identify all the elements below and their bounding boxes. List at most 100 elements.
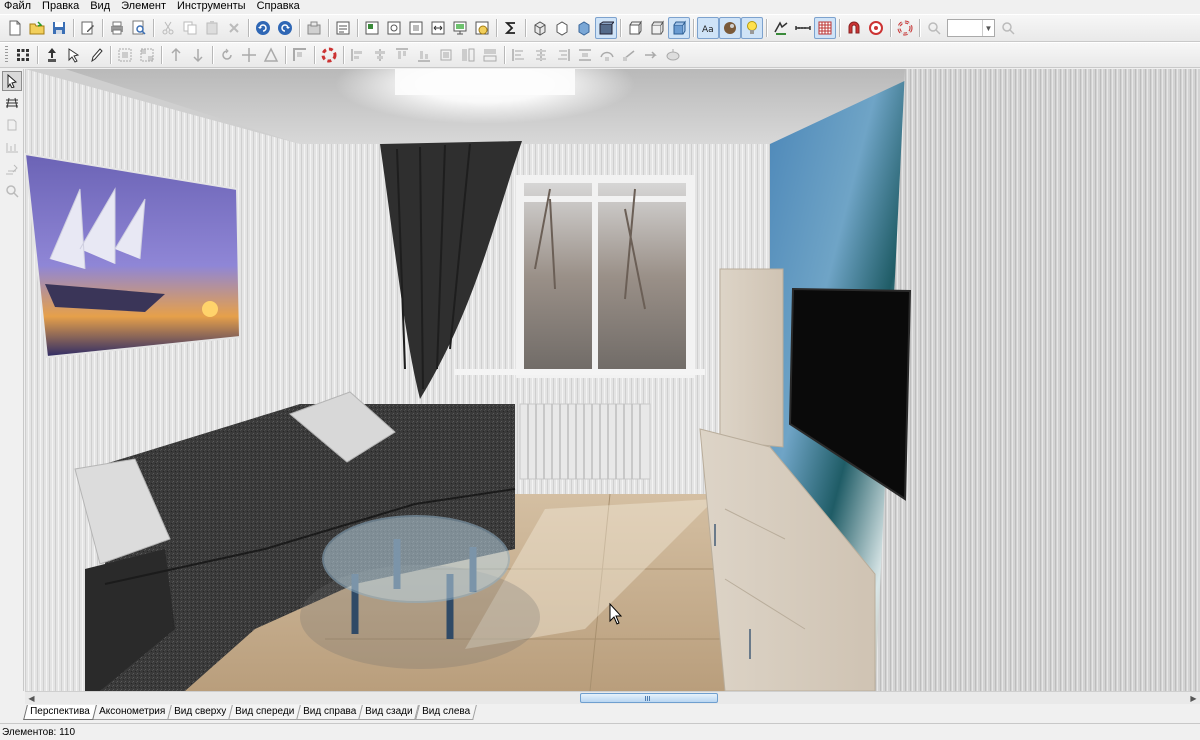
export-icon[interactable]: [427, 17, 449, 39]
scroll-thumb[interactable]: [580, 693, 718, 703]
light-bulb-icon[interactable]: [741, 17, 763, 39]
align-3-icon[interactable]: [391, 44, 413, 66]
toolbar-separator: [496, 19, 497, 37]
tab-perspective[interactable]: Перспектива: [23, 705, 97, 720]
cut-icon[interactable]: [157, 17, 179, 39]
toolbar-separator: [110, 46, 111, 64]
rotate-icon[interactable]: [216, 44, 238, 66]
view-box-2-icon[interactable]: [551, 17, 573, 39]
move-icon[interactable]: [238, 44, 260, 66]
tab-back-view[interactable]: Вид сзади: [358, 705, 420, 720]
align-6-icon[interactable]: [457, 44, 479, 66]
tab-top-view[interactable]: Вид сверху: [167, 705, 233, 720]
move-up-icon[interactable]: [41, 44, 63, 66]
ruler-icon[interactable]: [792, 17, 814, 39]
print-preview-icon[interactable]: [128, 17, 150, 39]
sum-icon[interactable]: [500, 17, 522, 39]
scroll-right-arrow-icon[interactable]: ▶: [1187, 692, 1200, 704]
rotate-right-icon[interactable]: [187, 44, 209, 66]
rotate-left-icon[interactable]: [165, 44, 187, 66]
align-corner-icon[interactable]: [289, 44, 311, 66]
distribute-1-icon[interactable]: [508, 44, 530, 66]
plan-icon[interactable]: [361, 17, 383, 39]
distribute-3-icon[interactable]: [552, 44, 574, 66]
view-box-5-icon[interactable]: [624, 17, 646, 39]
distribute-5-icon[interactable]: [596, 44, 618, 66]
rays-icon[interactable]: [2, 93, 22, 113]
wall-view-icon[interactable]: [383, 17, 405, 39]
toolbar-separator: [314, 46, 315, 64]
delete-icon[interactable]: [223, 17, 245, 39]
view-box-7-icon[interactable]: [668, 17, 690, 39]
new-file-icon[interactable]: [4, 17, 26, 39]
menu-element[interactable]: Элемент: [116, 0, 172, 13]
grid-icon[interactable]: [814, 17, 836, 39]
object-icon[interactable]: [2, 115, 22, 135]
move-cursor-icon[interactable]: [63, 44, 85, 66]
render-icon[interactable]: [449, 17, 471, 39]
tab-axonometry[interactable]: Аксонометрия: [91, 705, 172, 720]
paste-icon[interactable]: [201, 17, 223, 39]
menu-edit[interactable]: Правка: [37, 0, 85, 13]
toolbar-separator: [620, 19, 621, 37]
view-box-1-icon[interactable]: [529, 17, 551, 39]
pencil-icon[interactable]: [85, 44, 107, 66]
tab-right-view[interactable]: Вид справа: [296, 705, 364, 720]
align-4-icon[interactable]: [413, 44, 435, 66]
chevron-down-icon[interactable]: ▼: [982, 20, 994, 36]
ungroup-icon[interactable]: [136, 44, 158, 66]
menu-help[interactable]: Справка: [252, 0, 306, 13]
distribute-7-icon[interactable]: [640, 44, 662, 66]
view-box-3-icon[interactable]: [573, 17, 595, 39]
clock-icon[interactable]: [471, 17, 493, 39]
distribute-6-icon[interactable]: [618, 44, 640, 66]
align-7-icon[interactable]: [479, 44, 501, 66]
distribute-4-icon[interactable]: [574, 44, 596, 66]
project-properties-icon[interactable]: [332, 17, 354, 39]
lifebuoy-icon[interactable]: [318, 44, 340, 66]
dimension-icon[interactable]: [405, 17, 427, 39]
3d-viewport[interactable]: [25, 69, 1200, 691]
align-2-icon[interactable]: [369, 44, 391, 66]
materials-icon[interactable]: [719, 17, 741, 39]
scroll-left-arrow-icon[interactable]: ◀: [25, 692, 38, 704]
print-icon[interactable]: [106, 17, 128, 39]
toolbar-separator: [693, 19, 694, 37]
edit-properties-icon[interactable]: [77, 17, 99, 39]
redo-icon[interactable]: [274, 17, 296, 39]
zoom-combo[interactable]: ▼: [947, 19, 995, 37]
toolbar-grip[interactable]: [5, 46, 8, 64]
distribute-2-icon[interactable]: [530, 44, 552, 66]
mirror-icon[interactable]: [260, 44, 282, 66]
zoom-out-icon[interactable]: [923, 17, 945, 39]
view-box-4-icon[interactable]: [595, 17, 617, 39]
text-label-icon[interactable]: Aa: [697, 17, 719, 39]
tab-front-view[interactable]: Вид спереди: [228, 705, 302, 720]
snap-grid-icon[interactable]: [12, 44, 34, 66]
magnet-icon[interactable]: [843, 17, 865, 39]
zoom-in-icon[interactable]: [997, 17, 1019, 39]
save-icon[interactable]: [48, 17, 70, 39]
menu-tools[interactable]: Инструменты: [172, 0, 252, 13]
align-1-icon[interactable]: [347, 44, 369, 66]
lifebuoy-icon[interactable]: [894, 17, 916, 39]
copy-icon[interactable]: [179, 17, 201, 39]
horizontal-scrollbar[interactable]: ◀ ▶: [25, 691, 1200, 704]
open-folder-icon[interactable]: [26, 17, 48, 39]
view-box-6-icon[interactable]: [646, 17, 668, 39]
menu-file[interactable]: Файл: [0, 0, 37, 13]
walls-icon[interactable]: [770, 17, 792, 39]
left-tool-panel: [0, 69, 24, 691]
catalog-icon[interactable]: [303, 17, 325, 39]
zoom-tool-icon[interactable]: [2, 181, 22, 201]
undo-icon[interactable]: [252, 17, 274, 39]
distribute-8-icon[interactable]: [662, 44, 684, 66]
align-5-icon[interactable]: [435, 44, 457, 66]
pointer-icon[interactable]: [2, 71, 22, 91]
target-icon[interactable]: [865, 17, 887, 39]
tab-left-view[interactable]: Вид слева: [414, 705, 477, 720]
select-group-icon[interactable]: [114, 44, 136, 66]
dimension-tool-icon[interactable]: [2, 137, 22, 157]
menu-view[interactable]: Вид: [85, 0, 116, 13]
edit-tool-icon[interactable]: [2, 159, 22, 179]
